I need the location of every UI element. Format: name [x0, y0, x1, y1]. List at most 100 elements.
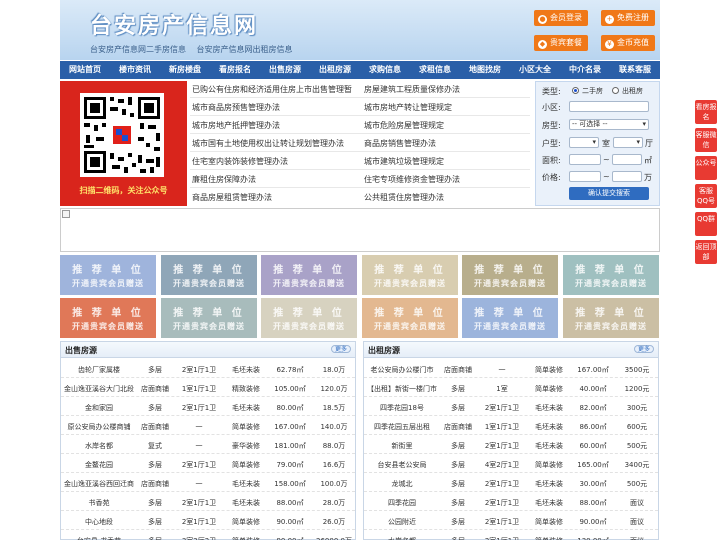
recommended-unit-tile[interactable]: 推 荐 单 位开通贵宾会员赠送 — [60, 298, 156, 338]
listing-name[interactable]: 金山逸亚溪谷西回迁商 — [61, 479, 137, 489]
nav-agencies[interactable]: 中介名录 — [560, 61, 610, 79]
listing-name[interactable]: 四季花园五层出租 — [364, 422, 440, 432]
recommended-unit-tile[interactable]: 推 荐 单 位开通贵宾会员赠送 — [462, 255, 558, 295]
table-row[interactable]: 原公安局办公楼商铺 店面商铺 一 简单装修 167.00㎡ 140.0万 — [61, 416, 355, 435]
policy-link[interactable]: 城市房地产转让管理规定 — [364, 102, 452, 113]
listing-name[interactable]: 四季花园18号 — [364, 403, 440, 413]
table-row[interactable]: 中心地段 多层 2室1厅1卫 简单装修 90.00㎡ 26.0万 — [61, 511, 355, 530]
housetype-select[interactable]: -- 可选择 -- ▾ — [569, 119, 649, 130]
nav-news[interactable]: 楼市资讯 — [110, 61, 160, 79]
policy-link[interactable]: 城市建筑垃圾管理规定 — [364, 156, 444, 167]
recommended-unit-tile[interactable]: 推 荐 单 位开通贵宾会员赠送 — [362, 298, 458, 338]
slogan-rent[interactable]: 台安房产信息网出租房信息 — [197, 45, 293, 54]
policy-link[interactable]: 已购公有住房和经济适用住房上市出售管理暂 — [192, 84, 352, 95]
listing-name[interactable]: 金和家园 — [61, 403, 137, 413]
table-row[interactable]: 金山逸亚溪谷西回迁商 店面商铺 一 毛坯未装 158.00㎡ 100.0万 — [61, 473, 355, 492]
table-row[interactable]: 台安县 书香苑多层3室2厅2卫简单装修90.00㎡26000.0万 — [61, 530, 355, 540]
room-select[interactable]: ▾ — [569, 137, 599, 148]
float-official-account[interactable]: 公众号 — [695, 156, 717, 180]
table-row[interactable]: 四季花园 多层 2室1厅1卫 毛坯未装 88.00㎡ 面议 — [364, 492, 658, 511]
table-row[interactable]: 金山逸亚溪谷大门北段 店面商铺 1室1厅1卫 精致装修 105.00㎡ 120.0万 — [61, 378, 355, 397]
table-row[interactable]: 齿轮厂家属楼 多层 2室1厅1卫 毛坯未装 62.78㎡ 18.0万 — [61, 359, 355, 378]
table-row[interactable]: 水岸名都多层2室1厅1卫简单装修130.00㎡面议 — [364, 530, 658, 540]
nav-new-homes[interactable]: 新房楼盘 — [160, 61, 210, 79]
recommended-unit-tile[interactable]: 推 荐 单 位开通贵宾会员赠送 — [462, 298, 558, 338]
listing-name[interactable]: 龙城北 — [364, 479, 440, 489]
listing-name[interactable]: 齿轮厂家属楼 — [61, 365, 137, 375]
table-row[interactable]: 四季花园五层出租 店面商铺 1室1厅1卫 毛坯未装 86.00㎡ 600元 — [364, 416, 658, 435]
table-row[interactable]: 金鳌花园 多层 2室1厅1卫 简单装修 79.00㎡ 16.6万 — [61, 454, 355, 473]
site-logo[interactable]: 台安房产信息网 — [90, 8, 258, 40]
community-input[interactable] — [569, 101, 649, 112]
rent-more-link[interactable]: 更多 — [633, 345, 654, 353]
listing-name[interactable]: 水岸名都 — [61, 441, 137, 451]
policy-link[interactable]: 廉租住房保障办法 — [192, 174, 256, 185]
policy-link[interactable]: 商品房销售管理办法 — [364, 138, 436, 149]
policy-link[interactable]: 城市危险房屋管理规定 — [364, 120, 444, 131]
nav-viewing-signup[interactable]: 看房报名 — [210, 61, 260, 79]
float-viewing-signup[interactable]: 看房报名 — [695, 100, 717, 124]
nav-home[interactable]: 网站首页 — [60, 61, 110, 79]
listing-name[interactable]: 四季花园 — [364, 498, 440, 508]
recharge-button[interactable]: ¥ 金币充值 — [601, 35, 655, 51]
recommended-unit-tile[interactable]: 推 荐 单 位开通贵宾会员赠送 — [261, 255, 357, 295]
listing-name[interactable]: 公园附近 — [364, 517, 440, 527]
nav-wanted-buy[interactable]: 求购信息 — [360, 61, 410, 79]
nav-communities[interactable]: 小区大全 — [510, 61, 560, 79]
listing-name[interactable]: 中心地段 — [61, 517, 137, 527]
float-back-to-top[interactable]: 返回顶部 — [695, 240, 717, 264]
recommended-unit-tile[interactable]: 推 荐 单 位开通贵宾会员赠送 — [60, 255, 156, 295]
policy-link[interactable]: 住宅专项维修资金管理办法 — [364, 174, 460, 185]
vip-button[interactable]: ◆ 贵宾套餐 — [534, 35, 588, 51]
nav-for-sale[interactable]: 出售房源 — [260, 61, 310, 79]
listing-name[interactable]: 原公安局办公楼商铺 — [61, 422, 137, 432]
listing-name[interactable]: 书香苑 — [61, 498, 137, 508]
listing-name[interactable]: 台安县老公安局 — [364, 460, 440, 470]
hall-select[interactable]: ▾ — [613, 137, 643, 148]
nav-map-search[interactable]: 地图找房 — [460, 61, 510, 79]
recommended-unit-tile[interactable]: 推 荐 单 位开通贵宾会员赠送 — [362, 255, 458, 295]
area-max-input[interactable] — [612, 154, 642, 165]
policy-link[interactable]: 住宅室内装饰装修管理办法 — [192, 156, 288, 167]
radio-sale[interactable] — [572, 87, 579, 94]
listing-name[interactable]: 金鳌花园 — [61, 460, 137, 470]
ad-banner[interactable] — [60, 208, 660, 252]
listing-name[interactable]: 【出租】新街一楼门市 — [364, 384, 440, 394]
recommended-unit-tile[interactable]: 推 荐 单 位开通贵宾会员赠送 — [261, 298, 357, 338]
search-submit-button[interactable]: 确认提交搜索 — [569, 187, 649, 200]
slogan-sale[interactable]: 台安房产信息网二手房信息 — [90, 45, 186, 54]
listing-name[interactable]: 金山逸亚溪谷大门北段 — [61, 384, 137, 394]
policy-link[interactable]: 公共租赁住房管理办法 — [364, 192, 444, 203]
recommended-unit-tile[interactable]: 推 荐 单 位开通贵宾会员赠送 — [563, 255, 659, 295]
listing-name[interactable]: 新街里 — [364, 441, 440, 451]
table-row[interactable]: 新街里 多层 2室1厅1卫 毛坯未装 60.00㎡ 500元 — [364, 435, 658, 454]
area-min-input[interactable] — [569, 154, 601, 165]
policy-link[interactable]: 商品房屋租赁管理办法 — [192, 192, 272, 203]
recommended-unit-tile[interactable]: 推 荐 单 位开通贵宾会员赠送 — [161, 255, 257, 295]
policy-link[interactable]: 房屋建筑工程质量保修办法 — [364, 84, 460, 95]
price-max-input[interactable] — [612, 171, 642, 182]
login-button[interactable]: ● 会员登录 — [534, 10, 588, 26]
listing-name[interactable]: 台安县 书香苑 — [61, 536, 137, 540]
nav-for-rent[interactable]: 出租房源 — [310, 61, 360, 79]
recommended-unit-tile[interactable]: 推 荐 单 位开通贵宾会员赠送 — [161, 298, 257, 338]
float-qq-group[interactable]: QQ群 — [695, 212, 717, 236]
policy-link[interactable]: 城市国有土地使用权出让转让规划管理办法 — [192, 138, 344, 149]
table-row[interactable]: 书香苑 多层 2室1厅1卫 毛坯未装 88.00㎡ 28.0万 — [61, 492, 355, 511]
table-row[interactable]: 台安县老公安局 多层 4室2厅1卫 简单装修 165.00㎡ 3400元 — [364, 454, 658, 473]
table-row[interactable]: 四季花园18号 多层 2室1厅1卫 毛坯未装 82.00㎡ 300元 — [364, 397, 658, 416]
recommended-unit-tile[interactable]: 推 荐 单 位开通贵宾会员赠送 — [563, 298, 659, 338]
table-row[interactable]: 公园附近 多层 2室1厅1卫 简单装修 90.00㎡ 面议 — [364, 511, 658, 530]
table-row[interactable]: 【出租】新街一楼门市 多层 1室 简单装修 40.00㎡ 1200元 — [364, 378, 658, 397]
nav-wanted-rent[interactable]: 求租信息 — [410, 61, 460, 79]
sale-more-link[interactable]: 更多 — [330, 345, 351, 353]
policy-link[interactable]: 城市商品房预售管理办法 — [192, 102, 280, 113]
table-row[interactable]: 金和家园 多层 2室1厅1卫 毛坯未装 80.00㎡ 18.5万 — [61, 397, 355, 416]
policy-link[interactable]: 城市房地产抵押管理办法 — [192, 120, 280, 131]
float-wechat[interactable]: 客服微信 — [695, 128, 717, 152]
listing-name[interactable]: 水岸名都 — [364, 536, 440, 540]
radio-rent[interactable] — [612, 87, 619, 94]
register-button[interactable]: + 免费注册 — [601, 10, 655, 26]
price-min-input[interactable] — [569, 171, 601, 182]
listing-name[interactable]: 老公安局办公楼门市 — [364, 365, 440, 375]
